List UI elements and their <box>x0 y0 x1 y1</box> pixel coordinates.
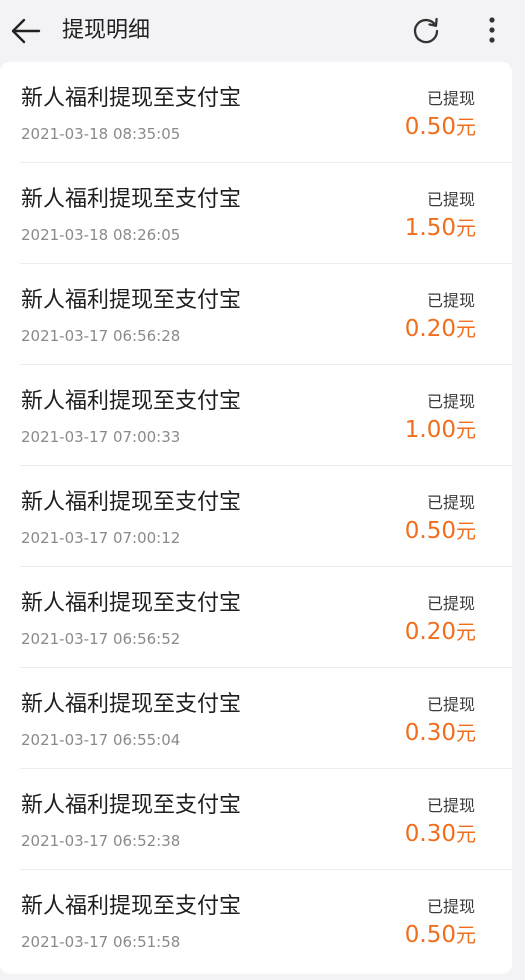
record-row[interactable]: 新人福利提现至支付宝 2021-03-18 08:26:05 已提现 1.50元 <box>0 163 512 264</box>
record-amount: 0.20元 <box>405 616 476 648</box>
record-status: 已提现 <box>426 897 475 916</box>
record-time: 2021-03-17 07:00:33 <box>21 428 181 446</box>
record-amount: 0.30元 <box>405 818 476 850</box>
amount-unit: 元 <box>456 519 476 543</box>
record-title: 新人福利提现至支付宝 <box>21 389 242 414</box>
amount-unit: 元 <box>456 418 476 442</box>
record-time: 2021-03-17 06:55:04 <box>21 731 181 749</box>
refresh-button[interactable] <box>409 14 443 48</box>
amount-unit: 元 <box>456 822 476 846</box>
record-title: 新人福利提现至支付宝 <box>21 288 242 313</box>
record-status: 已提现 <box>426 594 475 613</box>
record-status: 已提现 <box>426 291 475 310</box>
refresh-icon <box>413 17 439 44</box>
amount-value: 0.20 <box>404 619 456 645</box>
amount-value: 0.50 <box>404 518 456 544</box>
record-row[interactable]: 新人福利提现至支付宝 2021-03-17 06:51:58 已提现 0.50元 <box>0 870 512 971</box>
amount-value: 0.30 <box>404 821 456 847</box>
amount-value: 0.20 <box>404 316 456 342</box>
record-row[interactable]: 新人福利提现至支付宝 2021-03-17 06:55:04 已提现 0.30元 <box>0 668 512 769</box>
record-time: 2021-03-17 06:56:28 <box>21 327 181 345</box>
record-title: 新人福利提现至支付宝 <box>21 86 242 111</box>
record-time: 2021-03-17 06:56:52 <box>21 630 181 648</box>
record-title: 新人福利提现至支付宝 <box>21 692 242 717</box>
amount-unit: 元 <box>456 216 476 240</box>
record-time: 2021-03-17 06:52:38 <box>21 832 181 850</box>
record-title: 新人福利提现至支付宝 <box>21 894 242 919</box>
record-amount: 0.20元 <box>405 313 476 345</box>
record-row[interactable]: 新人福利提现至支付宝 2021-03-17 06:56:28 已提现 0.20元 <box>0 264 512 365</box>
amount-unit: 元 <box>456 620 476 644</box>
record-title: 新人福利提现至支付宝 <box>21 187 242 212</box>
page-title: 提现明细 <box>62 18 151 43</box>
record-status: 已提现 <box>426 695 475 714</box>
record-status: 已提现 <box>426 796 475 815</box>
record-amount: 1.50元 <box>405 212 476 244</box>
record-row[interactable]: 新人福利提现至支付宝 2021-03-17 07:00:33 已提现 1.00元 <box>0 365 512 466</box>
amount-unit: 元 <box>456 923 476 947</box>
record-status: 已提现 <box>426 392 475 411</box>
amount-unit: 元 <box>456 115 476 139</box>
record-time: 2021-03-18 08:26:05 <box>21 226 181 244</box>
record-time: 2021-03-17 07:00:12 <box>21 529 181 547</box>
record-time: 2021-03-17 06:51:58 <box>21 933 181 951</box>
more-vertical-icon <box>489 17 495 43</box>
record-amount: 0.50元 <box>405 515 476 547</box>
more-options-button[interactable] <box>479 14 505 48</box>
record-amount: 0.30元 <box>405 717 476 749</box>
withdrawal-record-list: 新人福利提现至支付宝 2021-03-18 08:35:05 已提现 0.50元… <box>0 62 512 974</box>
record-row[interactable]: 新人福利提现至支付宝 2021-03-18 08:35:05 已提现 0.50元 <box>0 62 512 163</box>
record-status: 已提现 <box>426 89 475 108</box>
record-title: 新人福利提现至支付宝 <box>21 793 242 818</box>
record-row[interactable]: 新人福利提现至支付宝 2021-03-17 06:56:52 已提现 0.20元 <box>0 567 512 668</box>
record-title: 新人福利提现至支付宝 <box>21 490 242 515</box>
arrow-left-icon <box>11 18 41 44</box>
amount-value: 1.00 <box>404 417 456 443</box>
back-button[interactable] <box>8 13 44 49</box>
amount-unit: 元 <box>456 317 476 341</box>
amount-value: 0.50 <box>404 114 456 140</box>
record-time: 2021-03-18 08:35:05 <box>21 125 181 143</box>
record-amount: 0.50元 <box>405 111 476 143</box>
record-row[interactable]: 新人福利提现至支付宝 2021-03-17 06:52:38 已提现 0.30元 <box>0 769 512 870</box>
amount-value: 0.30 <box>404 720 456 746</box>
record-title: 新人福利提现至支付宝 <box>21 591 242 616</box>
record-row[interactable]: 新人福利提现至支付宝 2021-03-17 07:00:12 已提现 0.50元 <box>0 466 512 567</box>
record-amount: 0.50元 <box>405 919 476 951</box>
record-status: 已提现 <box>426 190 475 209</box>
record-status: 已提现 <box>426 493 475 512</box>
amount-value: 1.50 <box>404 215 456 241</box>
amount-unit: 元 <box>456 721 476 745</box>
record-amount: 1.00元 <box>405 414 476 446</box>
app-bar: 提现明细 <box>0 0 525 62</box>
amount-value: 0.50 <box>404 922 456 948</box>
